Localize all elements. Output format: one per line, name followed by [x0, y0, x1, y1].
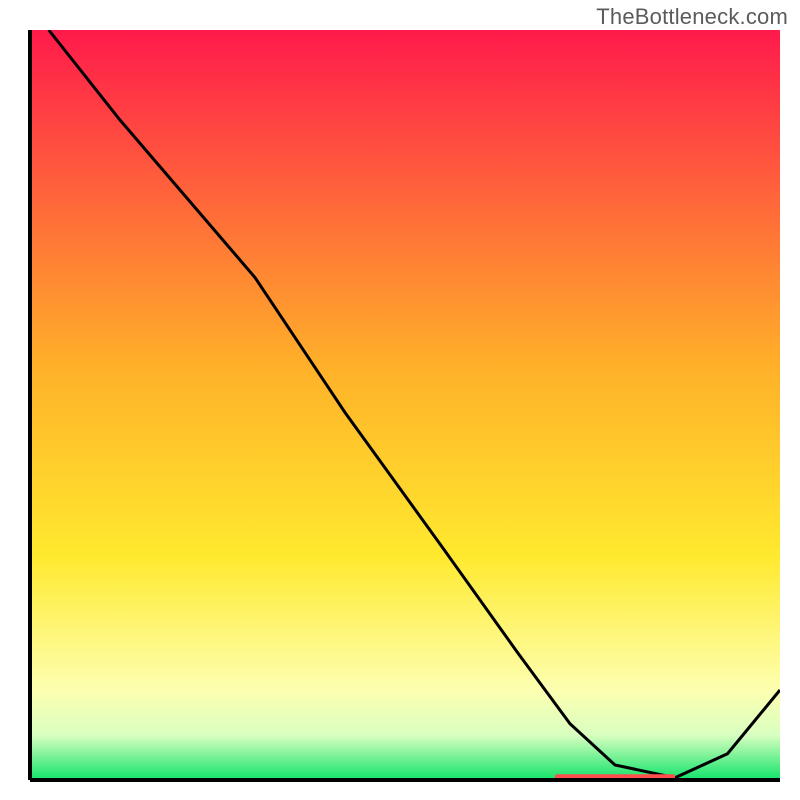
gradient-background [30, 30, 780, 780]
bottleneck-chart [0, 0, 800, 800]
watermark-text: TheBottleneck.com [596, 4, 788, 30]
chart-stage: TheBottleneck.com [0, 0, 800, 800]
